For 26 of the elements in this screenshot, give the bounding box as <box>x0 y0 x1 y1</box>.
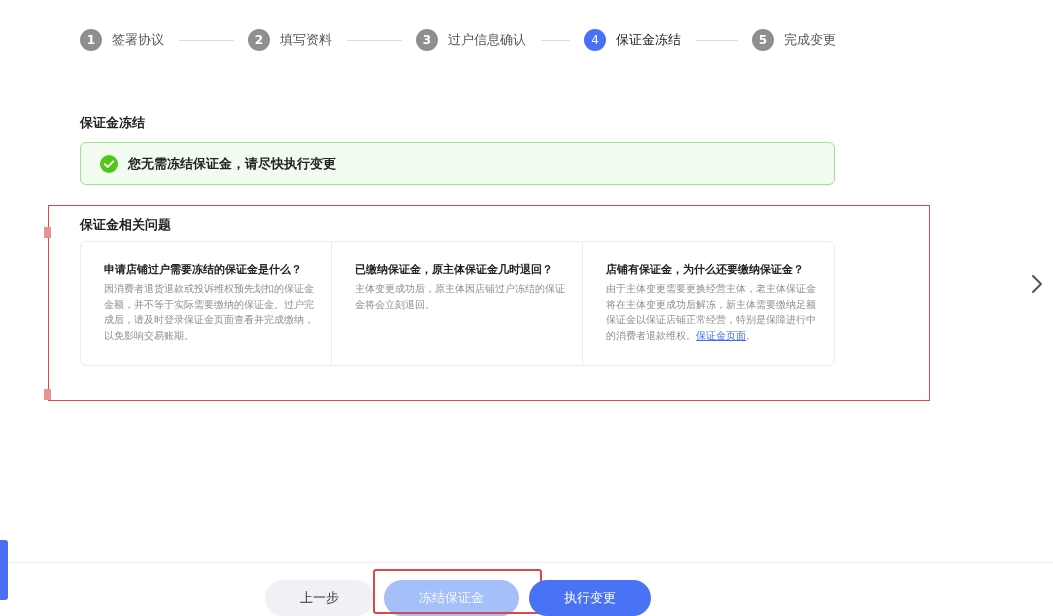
faq-answer: 因消费者退货退款或投诉维权预先划扣的保证金金额，并不等于实际需要缴纳的保证金。过户完成后，请及时登录保证金页面查看并完成缴纳，以免影响交易账期。 <box>103 282 314 343</box>
step-number: 2 <box>248 29 270 51</box>
deposit-page-link[interactable]: 保证金页面 <box>696 329 747 341</box>
step-number: 4 <box>584 29 606 51</box>
step-number: 5 <box>752 29 774 51</box>
handle-icon <box>44 389 51 400</box>
faq-answer: 由于主体变更需要更换经营主体，老主体保证金将在主体变更成功后解冻，新主体需要缴纳足额保证金以保证店铺正常经营，特别是保障进行中的消费者退款维权。保证金页面。 <box>606 282 817 343</box>
action-button[interactable]: 上一步 <box>264 580 374 616</box>
step-label: 完成变更 <box>784 31 836 49</box>
handle-icon <box>44 227 51 238</box>
faq-question: 已缴纳保证金，原主体保证金几时退回？ <box>354 262 554 278</box>
step-number: 1 <box>80 29 102 51</box>
faq-question: 申请店铺过户需要冻结的保证金是什么？ <box>103 262 303 278</box>
section-title: 保证金相关问题 <box>79 216 171 234</box>
alert-message: 您无需冻结保证金，请尽快执行变更 <box>128 154 336 173</box>
step-label: 保证金冻结 <box>616 31 681 49</box>
step-number: 3 <box>416 29 438 51</box>
step-label: 填写资料 <box>280 31 332 49</box>
faq-answer: 主体变更成功后，原主体因店铺过户冻结的保证金将会立刻退回。 <box>354 282 566 312</box>
action-button[interactable]: 执行变更 <box>528 580 651 616</box>
step-label: 过户信息确认 <box>448 31 526 49</box>
check-icon <box>100 154 118 173</box>
section-title: 保证金冻结 <box>80 114 145 132</box>
step-label: 签署协议 <box>112 31 164 49</box>
faq-question: 店铺有保证金，为什么还要缴纳保证金？ <box>606 262 806 278</box>
chevron-right-icon[interactable] <box>1031 274 1043 294</box>
